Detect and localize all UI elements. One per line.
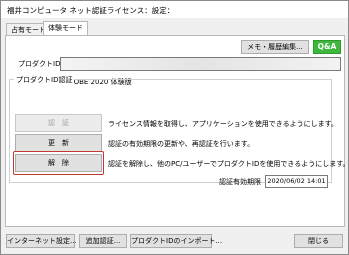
update-button[interactable]: 更 新 xyxy=(15,134,102,152)
internet-settings-button[interactable]: インターネット設定... xyxy=(6,234,77,248)
license-settings-window: 福井コンピュータ ネット認証ライセンス：設定： 占有モード 体験モード メモ・履… xyxy=(0,0,349,255)
expiry-date-field: 2020/06/02 14:01 xyxy=(265,175,328,188)
add-auth-button[interactable]: 追加認証... xyxy=(79,234,127,248)
memo-history-edit-button[interactable]: メモ・履歴編集... xyxy=(241,40,309,54)
import-product-id-button[interactable]: プロダクトIDのインポート... xyxy=(130,234,222,248)
release-button-highlight xyxy=(13,151,104,175)
qa-button[interactable]: Q&A xyxy=(313,40,341,54)
update-description: 認証の有効期限の更新や、再認証を行います。 xyxy=(108,140,255,148)
auth-group-title: プロダクトID認証 xyxy=(14,75,75,85)
authenticate-description: ライセンス情報を取得し、アプリケーションを使用できるようにします。 xyxy=(108,120,338,128)
expiry-label: 認証有効期限 xyxy=(219,178,261,186)
product-id-field[interactable] xyxy=(60,57,341,71)
title-bar: 福井コンピュータ ネット認証ライセンス：設定： xyxy=(1,1,348,18)
close-button[interactable]: 閉じる xyxy=(294,234,343,248)
window-title: 福井コンピュータ ネット認証ライセンス：設定： xyxy=(7,6,175,15)
authenticate-button[interactable]: 認 証 xyxy=(15,114,102,132)
release-description: 認証を解除し、他のPC/ユーザーでプロダクトIDを使用できるようにします。 xyxy=(108,160,349,168)
